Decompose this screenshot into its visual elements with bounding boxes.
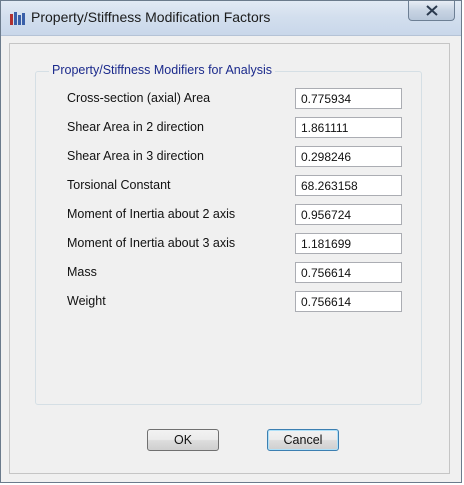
input-shear-area-2[interactable] (295, 117, 402, 138)
app-icon (10, 12, 26, 25)
input-shear-area-3[interactable] (295, 146, 402, 167)
title-bar[interactable]: Property/Stiffness Modification Factors (1, 1, 461, 36)
close-button[interactable] (408, 1, 455, 21)
label-shear-area-3: Shear Area in 3 direction (67, 149, 204, 163)
cancel-button[interactable]: Cancel (267, 429, 339, 451)
input-torsional-constant[interactable] (295, 175, 402, 196)
label-mass: Mass (67, 265, 97, 279)
label-weight: Weight (67, 294, 106, 308)
groupbox-title: Property/Stiffness Modifiers for Analysi… (49, 63, 275, 77)
label-cross-section-area: Cross-section (axial) Area (67, 91, 211, 105)
label-moment-inertia-3: Moment of Inertia about 3 axis (67, 236, 236, 250)
label-shear-area-2: Shear Area in 2 direction (67, 120, 204, 134)
close-icon (426, 5, 438, 16)
window-title: Property/Stiffness Modification Factors (31, 9, 271, 25)
dialog-window: Property/Stiffness Modification Factors … (0, 0, 462, 483)
input-mass[interactable] (295, 262, 402, 283)
label-torsional-constant: Torsional Constant (67, 178, 171, 192)
input-moment-inertia-3[interactable] (295, 233, 402, 254)
input-moment-inertia-2[interactable] (295, 204, 402, 225)
input-weight[interactable] (295, 291, 402, 312)
label-moment-inertia-2: Moment of Inertia about 2 axis (67, 207, 236, 221)
input-cross-section-area[interactable] (295, 88, 402, 109)
ok-button[interactable]: OK (147, 429, 219, 451)
